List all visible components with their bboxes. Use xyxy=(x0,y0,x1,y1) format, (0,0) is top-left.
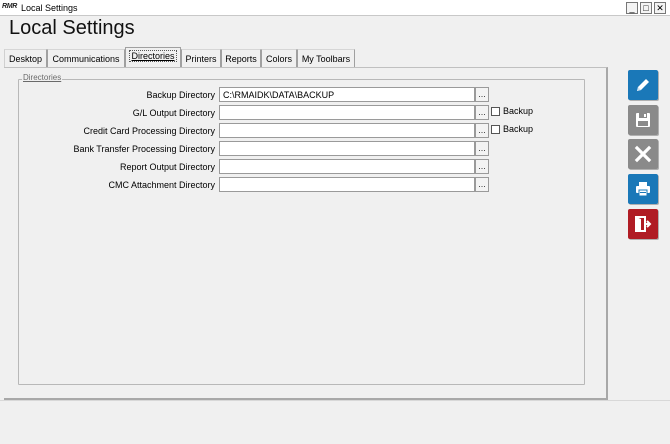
credit-card-directory-field[interactable] xyxy=(219,123,475,138)
floppy-disk-icon xyxy=(636,113,650,127)
tab-reports[interactable]: Reports xyxy=(221,49,261,68)
x-icon xyxy=(634,145,652,163)
app-logo: RMR xyxy=(2,3,18,10)
tab-label: My Toolbars xyxy=(301,54,351,64)
tab-label: Communications xyxy=(52,54,120,64)
tab-label: Colors xyxy=(265,54,292,64)
credit-card-backup-label: Backup xyxy=(503,124,534,134)
tab-label: Printers xyxy=(185,54,217,64)
gl-output-directory-field[interactable] xyxy=(219,105,475,120)
close-window-button[interactable]: ✕ xyxy=(654,2,666,14)
report-output-directory-label: Report Output Directory xyxy=(119,162,215,172)
page-title: Local Settings xyxy=(9,17,135,39)
tab-colors[interactable]: Colors xyxy=(261,49,297,68)
tab-desktop[interactable]: Desktop xyxy=(4,49,47,68)
cmc-attachment-directory-field[interactable] xyxy=(219,177,475,192)
gl-output-directory-label: G/L Output Directory xyxy=(132,108,215,118)
title-bar: RMR Local Settings _ □ ✕ xyxy=(0,0,670,16)
cmc-attachment-directory-label: CMC Attachment Directory xyxy=(108,180,215,190)
save-button[interactable] xyxy=(628,105,658,135)
tab-my-toolbars[interactable]: My Toolbars xyxy=(297,49,355,68)
credit-card-directory-label: Credit Card Processing Directory xyxy=(83,126,215,136)
minimize-button[interactable]: _ xyxy=(626,2,638,14)
group-legend: Directories xyxy=(22,73,63,82)
backup-directory-field[interactable]: C:\RMAIDK\DATA\BACKUP xyxy=(219,87,475,102)
exit-door-icon xyxy=(635,216,652,232)
cancel-button[interactable] xyxy=(628,139,658,169)
tab-printers[interactable]: Printers xyxy=(181,49,221,68)
tab-label: Directories xyxy=(129,50,177,62)
edit-button[interactable] xyxy=(628,70,658,100)
window-title: Local Settings xyxy=(21,3,78,13)
report-output-directory-field[interactable] xyxy=(219,159,475,174)
printer-icon xyxy=(636,182,650,197)
maximize-button[interactable]: □ xyxy=(640,2,652,14)
credit-card-directory-browse-button[interactable]: ... xyxy=(475,123,489,138)
pencil-icon xyxy=(637,79,649,91)
tab-communications[interactable]: Communications xyxy=(47,49,125,68)
cmc-attachment-directory-browse-button[interactable]: ... xyxy=(475,177,489,192)
status-divider xyxy=(0,400,670,401)
exit-button[interactable] xyxy=(628,209,658,239)
credit-card-backup-checkbox[interactable] xyxy=(491,125,500,134)
tab-label: Desktop xyxy=(8,54,43,64)
report-output-directory-browse-button[interactable]: ... xyxy=(475,159,489,174)
gl-output-backup-label: Backup xyxy=(503,106,534,116)
print-button[interactable] xyxy=(628,174,658,204)
gl-output-backup-checkbox[interactable] xyxy=(491,107,500,116)
bank-transfer-directory-field[interactable] xyxy=(219,141,475,156)
tab-label: Reports xyxy=(225,54,257,64)
backup-directory-browse-button[interactable]: ... xyxy=(475,87,489,102)
tab-directories[interactable]: Directories xyxy=(125,47,181,67)
bank-transfer-directory-browse-button[interactable]: ... xyxy=(475,141,489,156)
gl-output-directory-browse-button[interactable]: ... xyxy=(475,105,489,120)
backup-directory-label: Backup Directory xyxy=(146,90,215,100)
bank-transfer-directory-label: Bank Transfer Processing Directory xyxy=(73,144,215,154)
